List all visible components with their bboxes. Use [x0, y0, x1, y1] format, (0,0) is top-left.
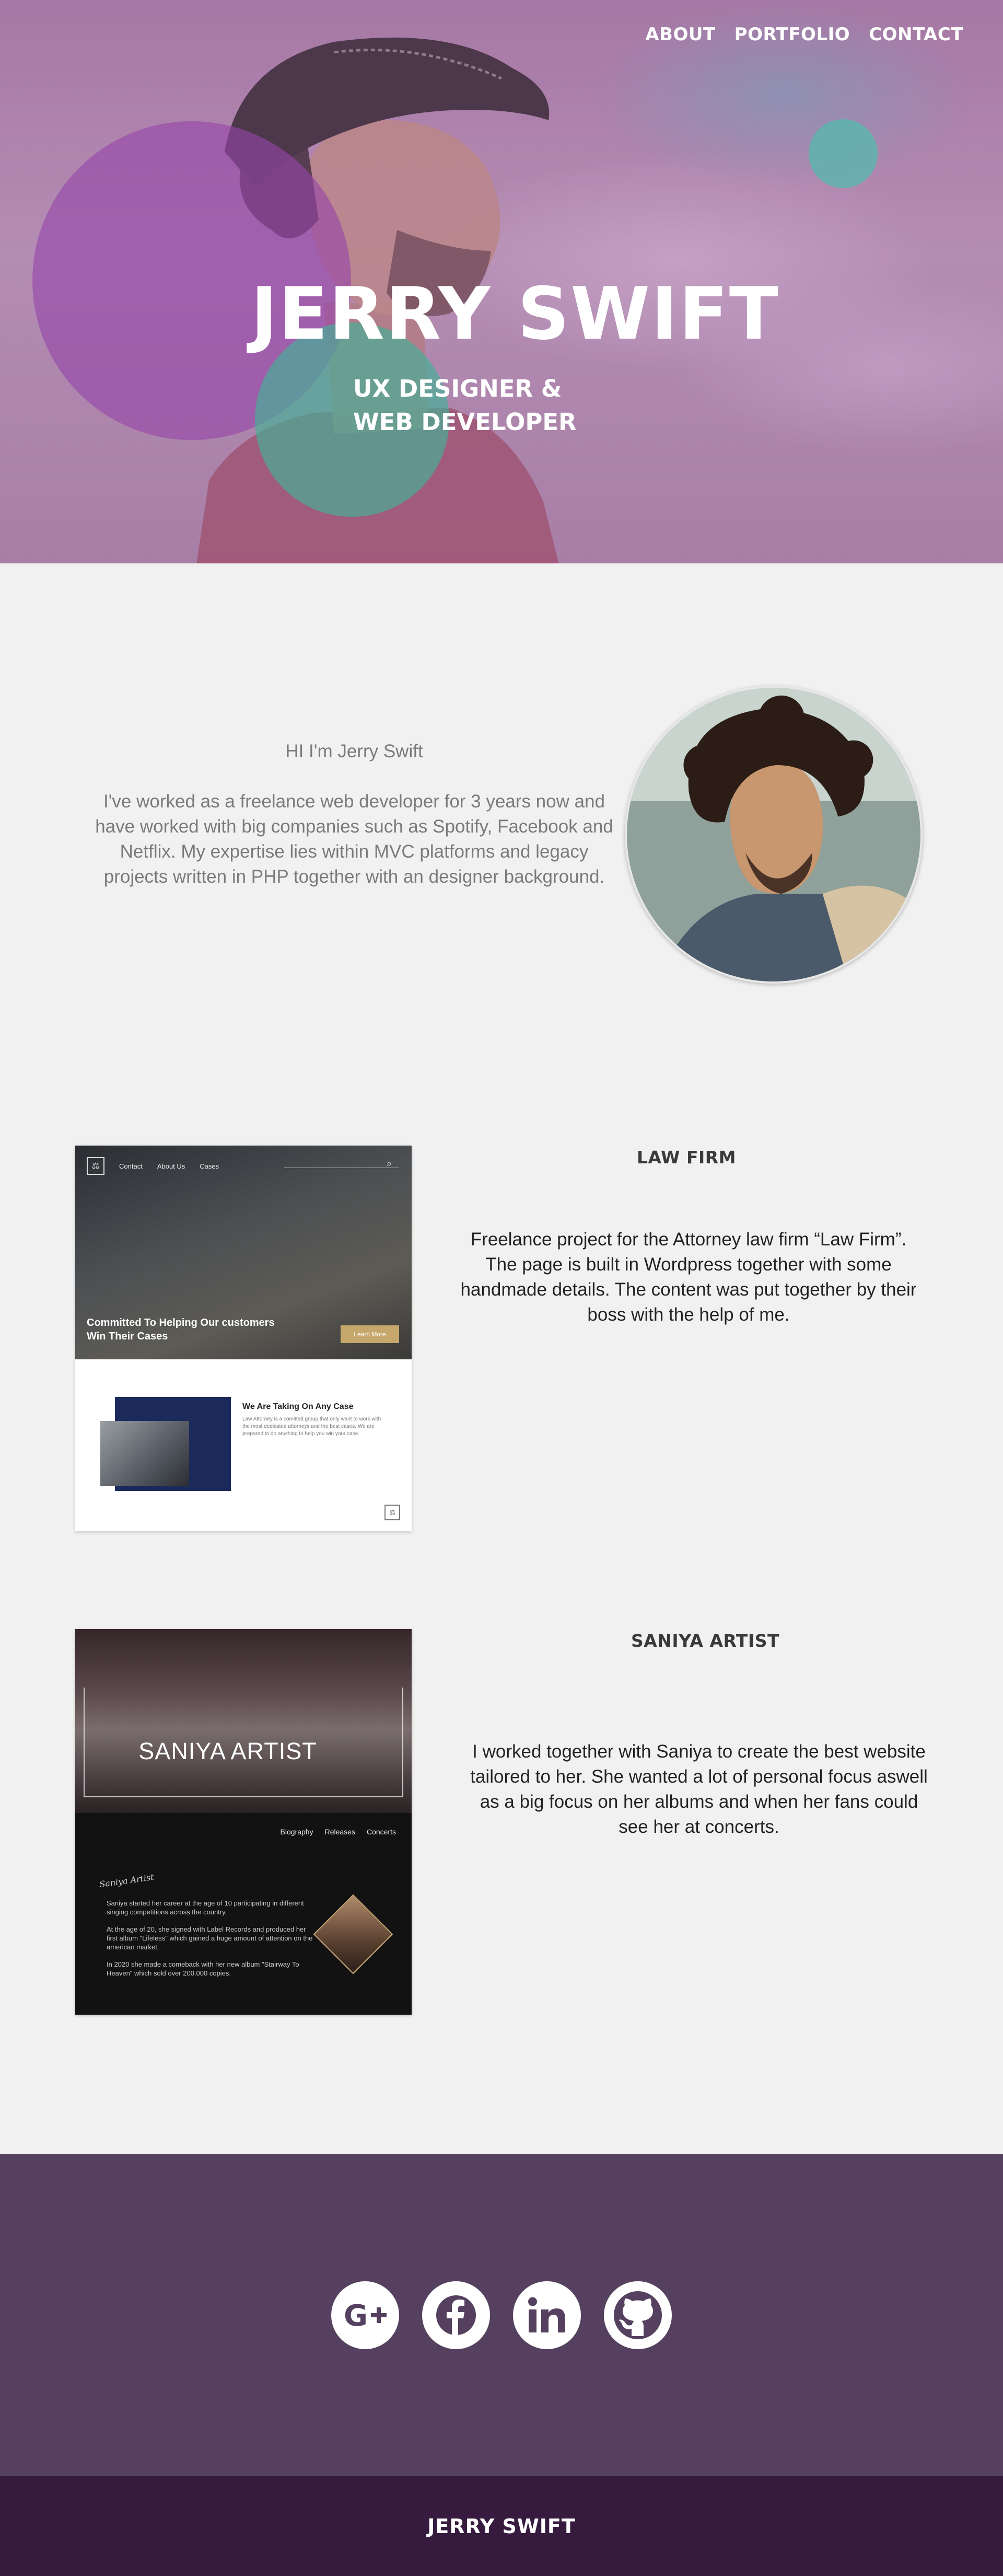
saniya-bio-paragraph: In 2020 she made a comeback with her new… [107, 1960, 299, 1977]
saniya-nav: Biography Releases Concerts [281, 1828, 396, 1836]
footer-name: JERRY SWIFT [427, 2514, 576, 2538]
github-icon[interactable] [604, 2281, 672, 2349]
law-case-section: We Are Taking On Any Case Law Attorney i… [75, 1359, 412, 1531]
project-law-firm-screenshot[interactable]: ⚖ Contact About Us Cases ⌕ Committed To … [75, 1146, 412, 1531]
about-greeting: HI I'm Jerry Swift [285, 741, 423, 761]
project-description: Freelance project for the Attorney law f… [460, 1229, 917, 1325]
about-portrait [625, 686, 923, 984]
project-title: LAW FIRM [636, 1147, 737, 1168]
footer: JERRY SWIFT [0, 2476, 1003, 2576]
project-title: SANIYA ARTIST [631, 1631, 779, 1651]
decor-circle-small [809, 119, 878, 188]
google-plus-icon[interactable]: G [331, 2281, 399, 2349]
nav-about[interactable]: ABOUT [645, 24, 715, 45]
law-nav: ⚖ Contact About Us Cases [87, 1157, 219, 1175]
saniya-bio-paragraph: Saniya started her career at the age of … [107, 1899, 304, 1916]
portrait-image [627, 688, 920, 981]
law-photo [100, 1421, 189, 1486]
about-body: I've worked as a freelance web developer… [95, 791, 613, 887]
saniya-hero: SANIYA ARTIST [75, 1629, 412, 1813]
search-icon: ⌕ [387, 1158, 392, 1169]
nav-portfolio[interactable]: PORTFOLIO [734, 24, 850, 45]
hero-subtitle-line1: UX DESIGNER & [353, 375, 562, 402]
project-description: I worked together with Saniya to create … [470, 1741, 928, 1837]
law-learn-more-button: Learn More [341, 1325, 399, 1343]
law-nav-item: About Us [157, 1162, 185, 1170]
law-logo-icon: ⚖ [87, 1157, 104, 1175]
top-nav: ABOUT PORTFOLIO CONTACT [645, 24, 963, 45]
law-mini-logo-icon: ⚖ [384, 1505, 400, 1520]
saniya-title: SANIYA ARTIST [138, 1738, 317, 1764]
saniya-nav-item: Releases [324, 1828, 355, 1836]
law-hero-text: Committed To Helping Our customers Win T… [87, 1316, 275, 1343]
law-nav-item: Cases [200, 1162, 219, 1170]
saniya-bio-text: Saniya started her career at the age of … [107, 1899, 316, 1986]
law-nav-item: Contact [119, 1162, 143, 1170]
linkedin-icon[interactable] [513, 2281, 581, 2349]
law-hero-line2: Win Their Cases [87, 1331, 168, 1342]
hero-subtitle-line2: WEB DEVELOPER [353, 408, 577, 436]
hero-title: JERRY SWIFT [251, 272, 779, 356]
saniya-bio-paragraph: At the age of 20, she signed with Label … [107, 1925, 313, 1951]
page: ABOUT PORTFOLIO CONTACT JERRY SWIFT UX D… [0, 0, 1003, 2576]
hero-section: ABOUT PORTFOLIO CONTACT JERRY SWIFT UX D… [0, 0, 1003, 563]
social-section: G [0, 2154, 1003, 2476]
law-case-body: Law Attorney is a comitted group that on… [242, 1416, 381, 1437]
law-hero: ⚖ Contact About Us Cases ⌕ Committed To … [75, 1146, 412, 1359]
saniya-nav-item: Concerts [366, 1828, 396, 1836]
law-case-title: We Are Taking On Any Case [242, 1402, 354, 1411]
facebook-icon[interactable] [422, 2281, 490, 2349]
saniya-nav-item: Biography [280, 1828, 313, 1836]
nav-contact[interactable]: CONTACT [869, 24, 963, 45]
hero-subtitle: UX DESIGNER & WEB DEVELOPER [353, 372, 577, 439]
law-hero-line1: Committed To Helping Our customers [87, 1317, 275, 1329]
project-saniya-screenshot[interactable]: SANIYA ARTIST Biography Releases Concert… [75, 1629, 412, 2015]
svg-text:G: G [344, 2300, 368, 2331]
